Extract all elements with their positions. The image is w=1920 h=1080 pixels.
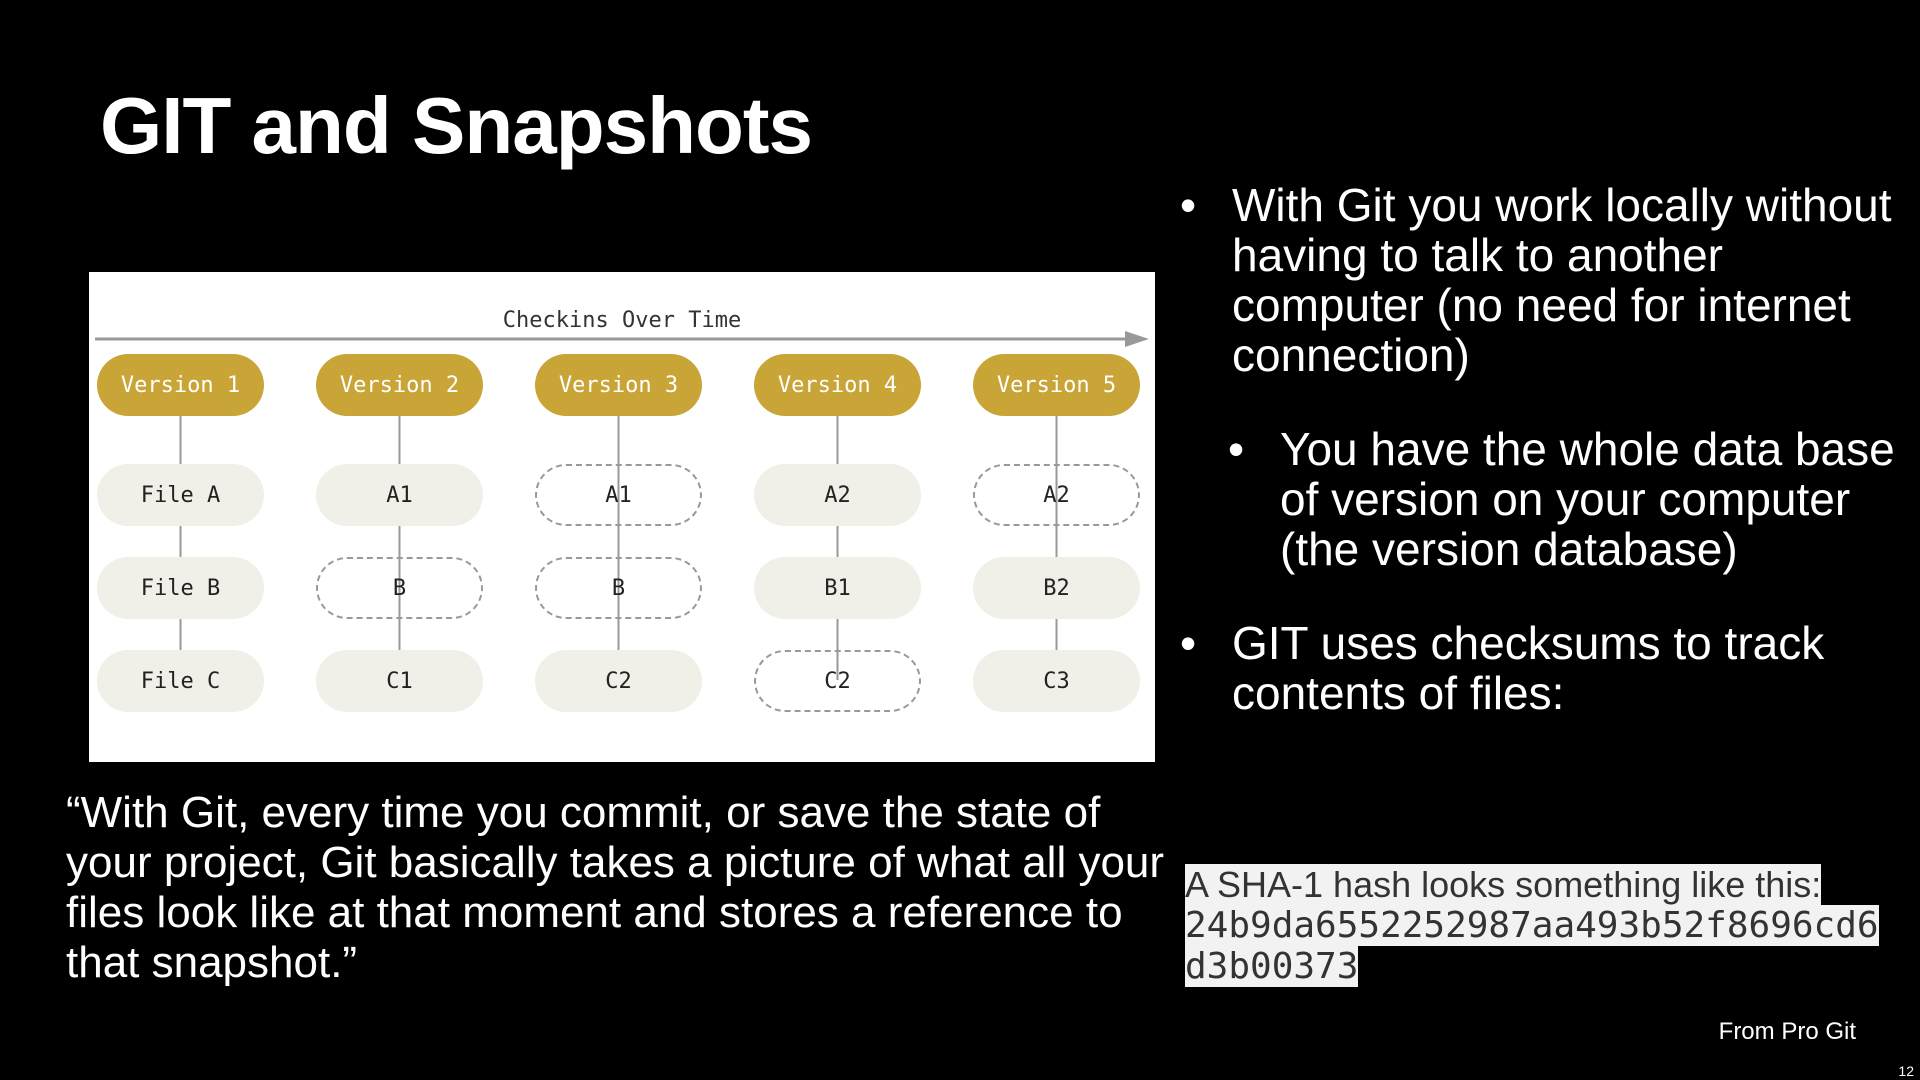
file-reference-pill: A2 xyxy=(973,464,1140,526)
file-snapshot-pill: C3 xyxy=(973,650,1140,712)
file-snapshot-pill: File C xyxy=(97,650,264,712)
page-number: 12 xyxy=(1898,1063,1914,1079)
bullet-text: You have the whole data base of version … xyxy=(1280,423,1895,575)
file-reference-pill: B xyxy=(316,557,483,619)
bullet-text: With Git you work locally without having… xyxy=(1232,179,1892,381)
version-column: Version 5 A2 B2 C3 xyxy=(973,354,1140,718)
file-snapshot-pill: File B xyxy=(97,557,264,619)
timeline-arrowhead-icon xyxy=(1125,331,1149,347)
version-column: Version 3 A1 B C2 xyxy=(535,354,702,718)
file-snapshot-pill: A1 xyxy=(316,464,483,526)
timeline-label: Checkins Over Time xyxy=(502,308,742,333)
bullet-item: • GIT uses checksums to track contents o… xyxy=(1180,618,1900,718)
file-snapshot-pill: C1 xyxy=(316,650,483,712)
slide-title: GIT and Snapshots xyxy=(100,81,813,170)
file-snapshot-pill: A2 xyxy=(754,464,921,526)
bullet-dot-icon: • xyxy=(1228,423,1245,475)
version-pill: Version 5 xyxy=(973,354,1140,416)
sub-bullet-item: • You have the whole data base of versio… xyxy=(1228,424,1900,574)
file-snapshot-pill: File A xyxy=(97,464,264,526)
file-reference-pill: B xyxy=(535,557,702,619)
file-snapshot-pill: C2 xyxy=(535,650,702,712)
file-reference-pill: A1 xyxy=(535,464,702,526)
source-credit: From Pro Git xyxy=(1718,1018,1856,1045)
version-column: Version 4 A2 B1 C2 xyxy=(754,354,921,718)
bullet-dot-icon: • xyxy=(1180,179,1197,231)
version-pill: Version 4 xyxy=(754,354,921,416)
version-column: Version 1 File A File B File C xyxy=(97,354,264,718)
file-snapshot-pill: B2 xyxy=(973,557,1140,619)
version-pill: Version 3 xyxy=(535,354,702,416)
sha-intro: A SHA-1 hash looks something like this: xyxy=(1185,864,1822,905)
bullet-text: GIT uses checksums to track contents of … xyxy=(1232,617,1825,719)
git-quote: “With Git, every time you commit, or sav… xyxy=(66,788,1165,987)
bullet-dot-icon: • xyxy=(1180,617,1197,669)
sha-example: A SHA-1 hash looks something like this: … xyxy=(1185,864,1885,987)
bullet-list: • With Git you work locally without havi… xyxy=(1180,180,1900,718)
sha-hash: 24b9da6552252987aa493b52f8696cd6d3b00373 xyxy=(1185,905,1879,987)
checkins-diagram: Checkins Over Time Version 1 File A File B… xyxy=(89,272,1155,762)
file-snapshot-pill: B1 xyxy=(754,557,921,619)
bullet-item: • With Git you work locally without havi… xyxy=(1180,180,1900,380)
version-pill: Version 2 xyxy=(316,354,483,416)
version-column: Version 2 A1 B C1 xyxy=(316,354,483,718)
file-reference-pill: C2 xyxy=(754,650,921,712)
version-pill: Version 1 xyxy=(97,354,264,416)
